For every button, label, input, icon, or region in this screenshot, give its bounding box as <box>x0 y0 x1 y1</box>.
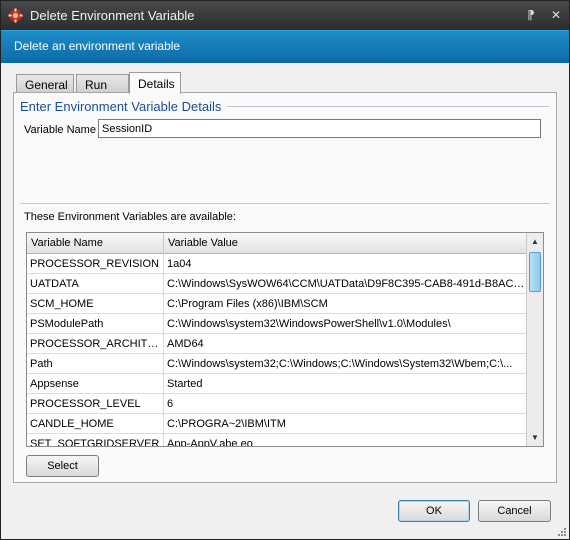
close-icon[interactable]: ✕ <box>548 7 564 23</box>
cell-variable-value: C:\Windows\SysWOW64\CCM\UATData\D9F8C395… <box>164 274 527 294</box>
table-row[interactable]: Appsense Started <box>27 374 527 394</box>
table-row[interactable]: PROCESSOR_LEVEL 6 <box>27 394 527 414</box>
table-row[interactable]: PROCESSOR_REVISION 1a04 <box>27 254 527 274</box>
table-row[interactable]: SET_SOFTGRIDSERVER App-AppV.abe.eo <box>27 434 527 446</box>
cell-variable-name: PSModulePath <box>27 314 164 334</box>
tab-details[interactable]: Details <box>129 72 181 94</box>
cell-variable-name: Appsense <box>27 374 164 394</box>
delete-environment-variable-dialog: Delete Environment Variable ⁋ ✕ Delete a… <box>0 0 570 540</box>
ok-button[interactable]: OK <box>398 500 470 522</box>
grid-vertical-scrollbar[interactable]: ▲ ▼ <box>526 233 543 446</box>
table-row[interactable]: Path C:\Windows\system32;C:\Windows;C:\W… <box>27 354 527 374</box>
tab-general[interactable]: General <box>16 74 74 93</box>
cell-variable-name: PROCESSOR_REVISION <box>27 254 164 274</box>
table-row[interactable]: PROCESSOR_ARCHITEC... AMD64 <box>27 334 527 354</box>
scrollbar-thumb[interactable] <box>529 252 541 292</box>
shield-gear-icon <box>8 8 23 23</box>
resize-grip-icon[interactable] <box>557 527 567 537</box>
scroll-up-arrow-icon[interactable]: ▲ <box>527 233 543 250</box>
cell-variable-name: PROCESSOR_LEVEL <box>27 394 164 414</box>
environment-variables-grid[interactable]: Variable Name Variable Value PROCESSOR_R… <box>26 232 544 447</box>
cell-variable-value: 6 <box>164 394 527 414</box>
grid-header: Variable Name Variable Value <box>27 233 527 254</box>
cancel-button[interactable]: Cancel <box>478 500 551 522</box>
window-title: Delete Environment Variable <box>30 8 195 23</box>
cell-variable-name: SET_SOFTGRIDSERVER <box>27 434 164 446</box>
table-row[interactable]: SCM_HOME C:\Program Files (x86)\IBM\SCM <box>27 294 527 314</box>
cell-variable-value: Started <box>164 374 527 394</box>
column-header-variable-name[interactable]: Variable Name <box>27 233 164 254</box>
group-title: Enter Environment Variable Details <box>20 99 222 114</box>
table-row[interactable]: PSModulePath C:\Windows\system32\Windows… <box>27 314 527 334</box>
variable-name-input[interactable] <box>98 119 541 138</box>
variable-name-label: Variable Name <box>24 124 96 136</box>
available-variables-label: These Environment Variables are availabl… <box>24 211 236 223</box>
cell-variable-value: C:\Windows\system32\WindowsPowerShell\v1… <box>164 314 527 334</box>
header-banner: Delete an environment variable <box>1 30 569 63</box>
scroll-down-arrow-icon[interactable]: ▼ <box>527 429 543 446</box>
cell-variable-value: C:\Program Files (x86)\IBM\SCM <box>164 294 527 314</box>
cell-variable-value: C:\Windows\system32;C:\Windows;C:\Window… <box>164 354 527 374</box>
details-panel: Enter Environment Variable Details Varia… <box>13 92 557 483</box>
cell-variable-value: C:\PROGRA~2\IBM\ITM <box>164 414 527 434</box>
cell-variable-value: App-AppV.abe.eo <box>164 434 527 446</box>
column-header-variable-value[interactable]: Variable Value <box>164 233 527 254</box>
cell-variable-name: Path <box>27 354 164 374</box>
cell-variable-name: PROCESSOR_ARCHITEC... <box>27 334 164 354</box>
title-bar[interactable]: Delete Environment Variable ⁋ ✕ <box>1 1 569 30</box>
cell-variable-value: AMD64 <box>164 334 527 354</box>
divider <box>20 203 550 204</box>
pin-icon[interactable]: ⁋ <box>523 7 539 23</box>
cell-variable-name: UATDATA <box>27 274 164 294</box>
select-button[interactable]: Select <box>26 455 99 477</box>
cell-variable-value: 1a04 <box>164 254 527 274</box>
table-row[interactable]: UATDATA C:\Windows\SysWOW64\CCM\UATData\… <box>27 274 527 294</box>
cell-variable-name: SCM_HOME <box>27 294 164 314</box>
banner-text: Delete an environment variable <box>14 39 181 53</box>
group-rule <box>227 106 549 107</box>
tab-run-as[interactable]: Run As <box>76 74 129 106</box>
table-row[interactable]: CANDLE_HOME C:\PROGRA~2\IBM\ITM <box>27 414 527 434</box>
cell-variable-name: CANDLE_HOME <box>27 414 164 434</box>
